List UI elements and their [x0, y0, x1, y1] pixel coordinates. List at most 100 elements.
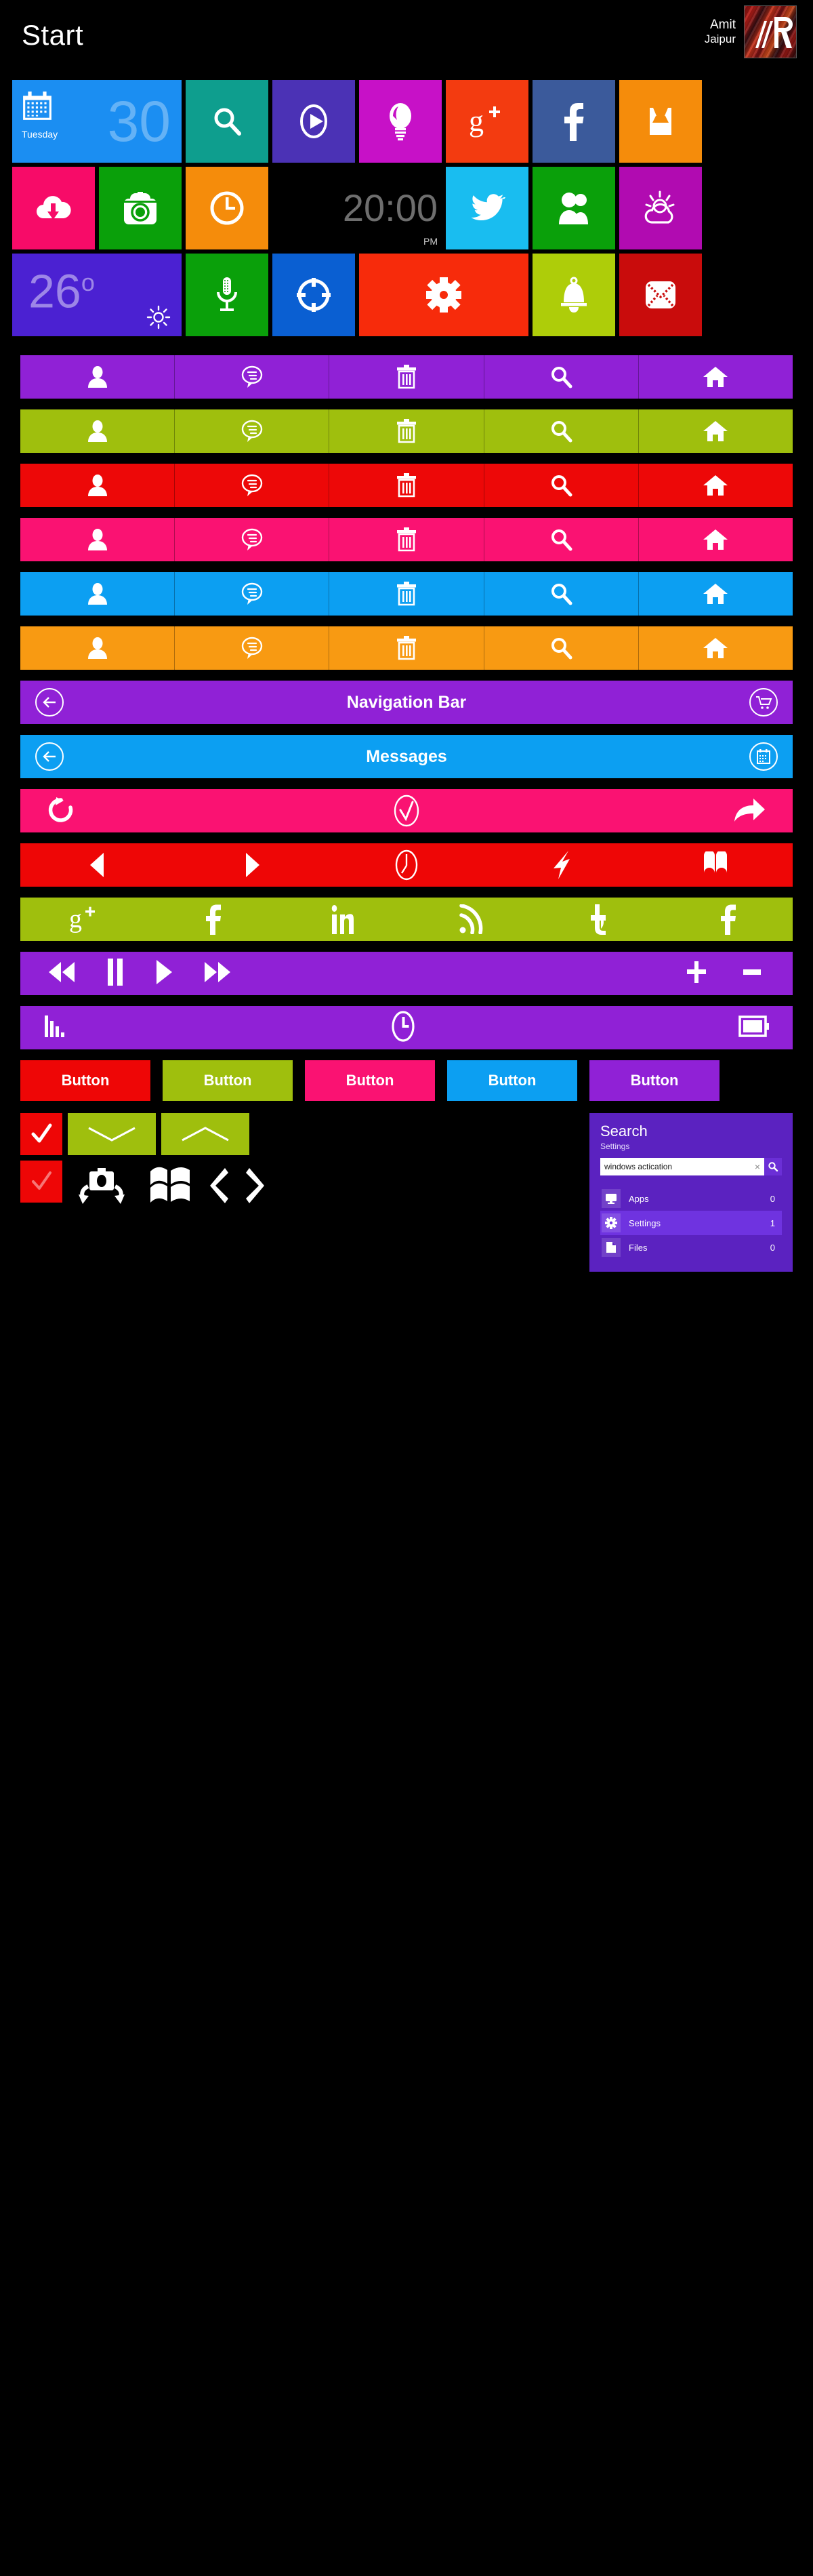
toolbar-search-button[interactable]: [484, 572, 639, 616]
rotate-camera-button[interactable]: [70, 1166, 133, 1209]
facebook-tile[interactable]: [533, 80, 615, 163]
settings-tile[interactable]: [359, 254, 528, 336]
button-purple[interactable]: Button: [589, 1060, 720, 1101]
toolbar-trash-button[interactable]: [329, 626, 484, 670]
toolbar-trash-button[interactable]: [329, 409, 484, 453]
chevron-left-button[interactable]: [209, 1167, 229, 1208]
volume-up-button[interactable]: [686, 961, 707, 987]
toolbar-search-button[interactable]: [484, 626, 639, 670]
mail-tile[interactable]: [619, 254, 702, 336]
toolbar-person-button[interactable]: [20, 518, 175, 561]
toolbar-person-button[interactable]: [20, 409, 175, 453]
toolbar-chat-button[interactable]: [175, 409, 330, 453]
confirm-button[interactable]: [287, 793, 526, 828]
toolbar-home-button[interactable]: [639, 409, 793, 453]
signal-strength[interactable]: [43, 1014, 68, 1042]
share-button[interactable]: [526, 797, 793, 824]
toolbar-pink: [20, 518, 793, 561]
button-red[interactable]: Button: [20, 1060, 150, 1101]
search-result-files[interactable]: Files 0: [600, 1235, 782, 1260]
submit-search-button[interactable]: [764, 1158, 782, 1175]
previous-button[interactable]: [20, 851, 175, 879]
toolbar-person-button[interactable]: [20, 572, 175, 616]
chevron-down-button[interactable]: [68, 1113, 156, 1155]
windows-logo-button[interactable]: [149, 1165, 192, 1210]
toolbar-home-button[interactable]: [639, 355, 793, 399]
clock-tile[interactable]: 20:00 PM: [272, 167, 442, 249]
toolbar-trash-button[interactable]: [329, 518, 484, 561]
toolbar-home-button[interactable]: [639, 518, 793, 561]
toolbar-search-button[interactable]: [484, 518, 639, 561]
battery-indicator[interactable]: [738, 1015, 770, 1041]
toolbar-home-button[interactable]: [639, 464, 793, 507]
camera-tile[interactable]: [99, 167, 182, 249]
twitter-tile[interactable]: [446, 167, 528, 249]
checkbox-checked[interactable]: [20, 1113, 62, 1155]
weather-tile[interactable]: [619, 167, 702, 249]
next-button[interactable]: [175, 851, 329, 879]
search-tile[interactable]: [186, 80, 268, 163]
volume-down-button[interactable]: [741, 961, 763, 987]
bookmarks-button[interactable]: [638, 851, 793, 879]
pause-button[interactable]: [106, 958, 125, 989]
history-button[interactable]: [329, 849, 484, 881]
toolbar-chat-button[interactable]: [175, 626, 330, 670]
calendar-tile[interactable]: Tuesday 30: [12, 80, 182, 163]
back-arrow-circle-icon[interactable]: [35, 742, 64, 771]
twitter-button[interactable]: [535, 904, 664, 935]
refresh-button[interactable]: [20, 796, 287, 826]
google-plus-button[interactable]: g: [20, 904, 149, 934]
inbox-tile[interactable]: [619, 80, 702, 163]
toolbar-person-button[interactable]: [20, 464, 175, 507]
toolbar-chat-button[interactable]: [175, 464, 330, 507]
button-lime[interactable]: Button: [163, 1060, 293, 1101]
toolbar-home-button[interactable]: [639, 626, 793, 670]
people-tile[interactable]: [533, 167, 615, 249]
toolbar-chat-button[interactable]: [175, 355, 330, 399]
calendar-circle-icon[interactable]: [749, 742, 778, 771]
toolbar-person-button[interactable]: [20, 626, 175, 670]
ideas-tile[interactable]: [359, 80, 442, 163]
rewind-button[interactable]: [47, 961, 76, 987]
google-plus-tile[interactable]: g: [446, 80, 528, 163]
fast-forward-button[interactable]: [203, 961, 232, 987]
button-blue[interactable]: Button: [447, 1060, 577, 1101]
search-result-apps[interactable]: Apps 0: [600, 1186, 782, 1211]
toolbar-trash-button[interactable]: [329, 464, 484, 507]
facebook-button-2[interactable]: [664, 904, 793, 935]
location-tile[interactable]: [272, 254, 355, 336]
play-button[interactable]: [154, 959, 173, 988]
back-arrow-circle-icon[interactable]: [35, 688, 64, 717]
toolbar-search-button[interactable]: [484, 409, 639, 453]
toolbar-search-button[interactable]: [484, 355, 639, 399]
status-clock[interactable]: [390, 1010, 416, 1046]
cloud-download-icon: [37, 196, 71, 220]
user-account[interactable]: Amit Jaipur: [705, 5, 797, 58]
toolbar-home-button[interactable]: [639, 572, 793, 616]
navigate-button[interactable]: [484, 849, 638, 881]
linkedin-button[interactable]: [278, 904, 406, 935]
shopping-cart-circle-icon[interactable]: [749, 688, 778, 717]
microphone-tile[interactable]: [186, 254, 268, 336]
search-input[interactable]: [600, 1162, 751, 1171]
avatar[interactable]: [744, 5, 797, 58]
toolbar-search-button[interactable]: [484, 464, 639, 507]
rss-button[interactable]: [406, 904, 535, 934]
facebook-button[interactable]: [149, 904, 278, 935]
chevron-right-button[interactable]: [245, 1167, 266, 1208]
chevron-up-button[interactable]: [161, 1113, 249, 1155]
temperature-tile[interactable]: 26o: [12, 254, 182, 336]
checkbox-dimmed[interactable]: [20, 1161, 62, 1203]
toolbar-person-button[interactable]: [20, 355, 175, 399]
toolbar-trash-button[interactable]: [329, 355, 484, 399]
button-pink[interactable]: Button: [305, 1060, 435, 1101]
toolbar-chat-button[interactable]: [175, 518, 330, 561]
cloud-download-tile[interactable]: [12, 167, 95, 249]
alarm-tile[interactable]: [186, 167, 268, 249]
search-result-settings[interactable]: Settings 1: [600, 1211, 782, 1235]
video-tile[interactable]: [272, 80, 355, 163]
clear-search-button[interactable]: ×: [751, 1161, 764, 1172]
toolbar-chat-button[interactable]: [175, 572, 330, 616]
notifications-tile[interactable]: [533, 254, 615, 336]
toolbar-trash-button[interactable]: [329, 572, 484, 616]
